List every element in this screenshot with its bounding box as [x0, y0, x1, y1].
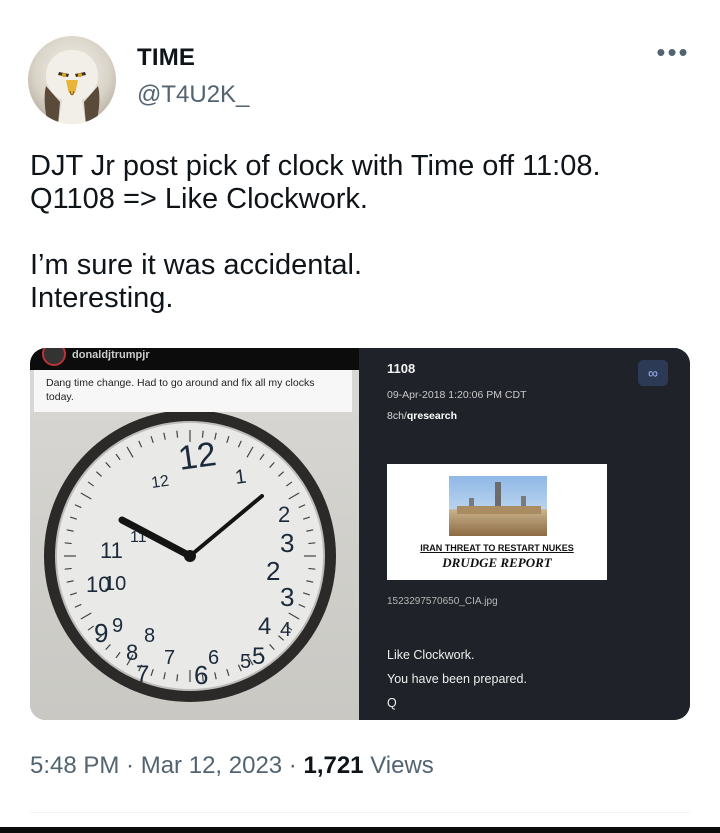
drudge-image: IRAN THREAT TO RESTART NUKES DRUDGE REPO…	[387, 464, 607, 580]
profile-avatar-icon	[42, 348, 66, 366]
bottom-bar	[0, 827, 720, 833]
clock-number: 12	[150, 473, 170, 492]
drudge-headline: IRAN THREAT TO RESTART NUKES	[420, 543, 574, 553]
message-line: You have been prepared.	[387, 672, 527, 686]
tweet-line: DJT Jr post pick of clock with Time off …	[30, 150, 601, 182]
clock-number: 3	[280, 582, 294, 612]
caption-text: Dang time change. Had to go around and f…	[46, 377, 315, 403]
clock-number: 8	[126, 640, 138, 665]
divider	[30, 812, 690, 813]
more-options-icon[interactable]: •••	[655, 39, 691, 66]
view-count: 1,721	[303, 752, 364, 779]
clock-number: 10	[104, 573, 126, 595]
clock-number: 5	[240, 651, 251, 673]
clock-number: 12	[176, 435, 219, 478]
tweet-media[interactable]: donaldjtrumpjr Dang time change. Had to …	[30, 348, 690, 720]
instagram-caption: Dang time change. Had to go around and f…	[34, 370, 352, 413]
clock-number: 4	[280, 619, 291, 641]
tweet-line: I’m sure it was accidental.	[30, 249, 363, 281]
instagram-screenshot[interactable]: donaldjtrumpjr Dang time change. Had to …	[30, 348, 359, 720]
clock-number: 9	[112, 615, 123, 637]
tweet-time[interactable]: 5:48 PM	[30, 752, 119, 779]
board-path: 8ch/qresearch	[387, 410, 458, 422]
message-line: Like Clockwork.	[387, 648, 475, 662]
drudge-brand: DRUDGE REPORT	[442, 555, 552, 570]
attachment-filename[interactable]: 1523297570650_CIA.jpg	[387, 596, 498, 607]
clock-number: 7	[136, 661, 149, 688]
clock-number: 2	[278, 502, 290, 527]
clock-number: 5	[252, 643, 265, 670]
clock-number: 8	[144, 625, 155, 647]
eagle-icon	[44, 50, 100, 124]
tower-photo	[449, 476, 547, 536]
avatar[interactable]	[28, 36, 116, 124]
post-number: 1108	[387, 361, 416, 376]
clock-number: 3	[280, 528, 294, 558]
views-label: Views	[363, 752, 434, 779]
post-timestamp: 09-Apr-2018 1:20:06 PM CDT	[387, 389, 527, 401]
message-line: Q	[387, 696, 397, 710]
tweet-line: Q1108 => Like Clockwork.	[30, 183, 368, 215]
post-message: Like Clockwork. You have been prepared. …	[387, 643, 527, 715]
tweet-line: Interesting.	[30, 282, 174, 314]
instagram-header: donaldjtrumpjr	[30, 348, 359, 370]
clock-icon: 1212 123234 4556677889 910101111	[44, 412, 336, 702]
display-name[interactable]: TIME	[137, 44, 195, 72]
clock-photo: 12 12 1 2 3 2 3 4 4 5 5 6 6 7 7 8 8 9 9 10 10 11 11	[30, 412, 359, 720]
tweet-date[interactable]: Mar 12, 2023	[141, 752, 282, 779]
tweet-meta: 5:48 PM · Mar 12, 2023 · 1,721 Views	[30, 752, 434, 779]
tweet-text: DJT Jr post pick of clock with Time off …	[30, 150, 690, 315]
clock-number: 4	[258, 613, 271, 640]
qdrop-screenshot[interactable]: 1108 09-Apr-2018 1:20:06 PM CDT 8ch/qres…	[359, 348, 690, 720]
user-handle[interactable]: @T4U2K_	[137, 81, 249, 109]
clock-number: 9	[94, 618, 108, 648]
clock-number: 7	[164, 647, 175, 669]
clock-number: 6	[208, 647, 219, 669]
clock-number: 2	[266, 556, 280, 586]
clock-number: 11	[100, 538, 123, 563]
clock-number: 6	[194, 660, 208, 690]
link-icon[interactable]: ∞	[638, 360, 668, 386]
instagram-username: donaldjtrumpjr	[72, 349, 150, 361]
